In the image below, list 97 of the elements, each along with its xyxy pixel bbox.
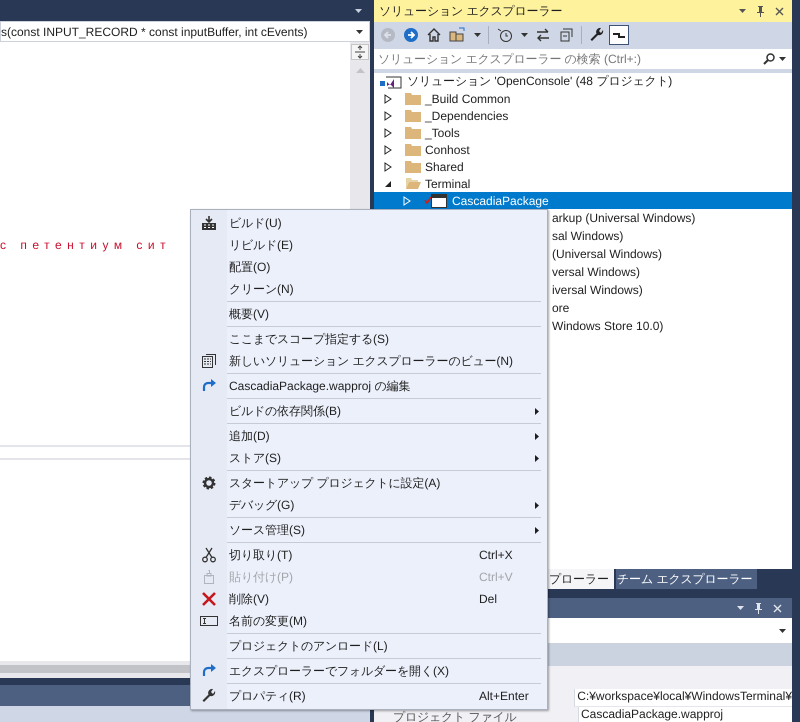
collapsed-icon[interactable]: [383, 144, 393, 154]
redo-arrow-icon: [201, 663, 217, 679]
menu-item[interactable]: ストア(S): [191, 447, 547, 469]
delete-icon: [201, 591, 217, 607]
collapsed-icon[interactable]: [383, 162, 393, 172]
menu-item[interactable]: ビルドの依存関係(B): [191, 400, 547, 422]
dropdown-caret-icon: [356, 30, 363, 34]
dash-icon: [613, 32, 625, 38]
tree-item[interactable]: CascadiaPackage: [374, 192, 792, 209]
clock-icon[interactable]: [496, 27, 514, 43]
folder-icon: [405, 92, 421, 105]
split-icon[interactable]: [351, 44, 369, 60]
menu-item[interactable]: 切り取り(T) Ctrl+X: [191, 544, 547, 566]
close-icon: [773, 604, 782, 612]
submenu-arrow-icon: [535, 454, 539, 462]
menu-item[interactable]: 概要(V): [191, 303, 547, 325]
menu-item[interactable]: CascadiaPackage.wapproj の編集: [191, 375, 547, 397]
build-icon: [201, 215, 217, 231]
menu-item[interactable]: クリーン(N): [191, 278, 547, 300]
tree-item[interactable]: arkup (Universal Windows): [548, 209, 792, 227]
home-icon[interactable]: [426, 27, 442, 43]
search-icon: [763, 53, 775, 65]
redo-arrow-icon: [201, 378, 217, 394]
wrench-icon[interactable]: [589, 27, 605, 43]
pin-icon: [754, 602, 763, 614]
submenu-arrow-icon: [535, 526, 539, 534]
caret-icon: [737, 606, 744, 610]
open-folder-icon: [405, 177, 421, 190]
menu-item[interactable]: エクスプローラーでフォルダーを開く(X): [191, 660, 547, 682]
submenu-arrow-icon: [535, 432, 539, 440]
close-icon: [775, 6, 784, 16]
folder-icon: [405, 109, 421, 122]
collapsed-icon[interactable]: [383, 128, 393, 138]
menu-item[interactable]: リビルド(E): [191, 234, 547, 256]
tree-item[interactable]: Windows Store 10.0): [548, 317, 792, 335]
new-view-icon: [201, 353, 217, 369]
caret-icon: [521, 33, 528, 37]
project-icon: [424, 194, 448, 208]
menu-item[interactable]: ソース管理(S): [191, 519, 547, 541]
forward-icon[interactable]: [403, 27, 419, 43]
dropdown-caret-icon: [779, 628, 786, 632]
code-text: с петентиум сит: [0, 238, 172, 252]
tree-item[interactable]: sal Windows): [548, 227, 792, 245]
view-switch-icon[interactable]: [449, 27, 467, 43]
menu-item[interactable]: ビルド(U): [191, 212, 547, 234]
scissors-icon: [201, 547, 217, 563]
panel-tab[interactable]: チーム エクスプローラー: [616, 569, 758, 589]
member-dropdown[interactable]: s(const INPUT_RECORD * const inputBuffer, int cEvents): [0, 21, 370, 42]
caret-icon: [779, 57, 786, 61]
tree-item[interactable]: Terminal: [374, 175, 792, 192]
menu-item[interactable]: 配置(O): [191, 256, 547, 278]
rename-icon: [200, 615, 218, 627]
tree-item[interactable]: Conhost: [374, 141, 792, 158]
menu-item[interactable]: 追加(D): [191, 425, 547, 447]
pin-icon: [756, 6, 765, 16]
menu-item[interactable]: プロジェクトのアンロード(L): [191, 635, 547, 657]
expanded-icon[interactable]: [383, 178, 393, 188]
tree-item[interactable]: _Dependencies: [374, 107, 792, 124]
menu-item[interactable]: プロパティ(R) Alt+Enter: [191, 685, 547, 707]
panel-tab[interactable]: プローラー: [548, 569, 614, 589]
submenu-arrow-icon: [535, 408, 539, 414]
tree-item[interactable]: Shared: [374, 158, 792, 175]
search-field[interactable]: ソリューション エクスプローラー の検索 (Ctrl+:): [374, 49, 792, 69]
shortcut-text: Ctrl+V: [479, 570, 513, 584]
collapsed-icon[interactable]: [383, 110, 393, 120]
panel-title: ソリューション エクスプローラー: [379, 2, 564, 20]
tree-item[interactable]: (Universal Windows): [548, 245, 792, 263]
caret-icon: [355, 8, 362, 12]
preview-toggle[interactable]: [609, 25, 629, 45]
folder-icon: [405, 143, 421, 156]
shortcut-text: Ctrl+X: [479, 548, 513, 562]
tree-item[interactable]: ore: [548, 299, 792, 317]
wrench-icon: [201, 688, 217, 704]
shortcut-text: Del: [479, 592, 498, 606]
menu-item[interactable]: スタートアップ プロジェクトに設定(A): [191, 472, 547, 494]
folder-icon: [405, 126, 421, 139]
collapsed-icon[interactable]: [383, 94, 393, 104]
clipboard-icon: [201, 569, 217, 585]
menu-item[interactable]: 新しいソリューション エクスプローラーのビュー(N): [191, 350, 547, 372]
stacked-windows-icon[interactable]: [558, 27, 574, 43]
menu-item[interactable]: 削除(V) Del: [191, 588, 547, 610]
tree-item[interactable]: ソリューション 'OpenConsole' (48 プロジェクト): [374, 73, 792, 90]
menu-item[interactable]: 名前の変更(M): [191, 610, 547, 632]
shortcut-text: Alt+Enter: [479, 689, 529, 703]
tree-item[interactable]: _Build Common: [374, 90, 792, 107]
tree-item[interactable]: _Tools: [374, 124, 792, 141]
tree-item[interactable]: iversal Windows): [548, 281, 792, 299]
tree-item[interactable]: versal Windows): [548, 263, 792, 281]
caret-icon: [474, 33, 481, 37]
gear-icon: [201, 475, 217, 491]
menu-item[interactable]: デバッグ(G): [191, 494, 547, 516]
solution-icon: [380, 74, 402, 88]
folder-icon: [405, 160, 421, 173]
caret-icon: [739, 9, 746, 13]
swap-arrows-icon[interactable]: [535, 27, 551, 43]
menu-item[interactable]: ここまでスコープ指定する(S): [191, 328, 547, 350]
submenu-arrow-icon: [535, 502, 539, 508]
